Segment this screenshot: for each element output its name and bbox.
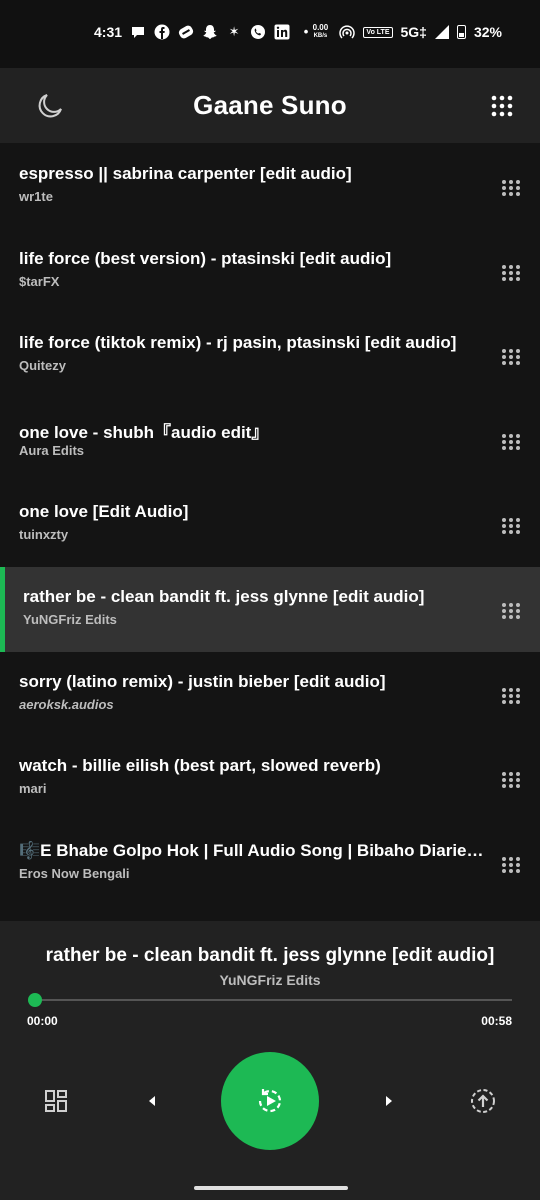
list-item[interactable]: 🎼E Bhabe Golpo Hok | Full Audio Song | B… (0, 821, 540, 906)
battery-percent: 32% (473, 24, 502, 40)
queue-icon[interactable] (44, 1089, 68, 1113)
song-title: life force (best version) - ptasinski [e… (19, 248, 392, 268)
progress-knob[interactable] (28, 993, 42, 1007)
list-item[interactable]: espresso || sabrina carpenter [edit audi… (0, 144, 540, 229)
total-time: 00:58 (481, 1014, 512, 1028)
song-title: watch - billie eilish (best part, slowed… (19, 756, 381, 776)
song-title: life force (tiktok remix) - rj pasin, pt… (19, 333, 457, 353)
drag-handle-icon[interactable] (500, 264, 522, 286)
song-artist: YuNGFriz Edits (23, 611, 117, 627)
status-time: 4:31 (94, 24, 123, 40)
current-time: 00:00 (27, 1014, 58, 1028)
drag-handle-icon[interactable] (500, 517, 522, 539)
net-speed: 0.00 KB/s (312, 23, 329, 40)
song-artist: $tarFX (19, 273, 60, 289)
app-title: Gaane Suno (193, 90, 347, 120)
song-artist: Quitezy (19, 358, 66, 374)
volte-badge: Vo LTE (363, 26, 393, 38)
list-item[interactable]: life force (tiktok remix) - rj pasin, pt… (0, 313, 540, 398)
now-playing-panel: rather be - clean bandit ft. jess glynne… (0, 921, 540, 1200)
battery-icon (456, 25, 466, 39)
list-item-active[interactable]: rather be - clean bandit ft. jess glynne… (0, 566, 540, 652)
drag-handle-icon[interactable] (500, 602, 522, 624)
song-artist: Aura Edits (19, 442, 85, 458)
song-artist: Eros Now Bengali (19, 865, 130, 881)
whatsapp-icon (251, 25, 266, 39)
chat-bubble-icon (132, 27, 145, 38)
grid-menu-icon[interactable] (490, 94, 514, 118)
list-item[interactable]: one love [Edit Audio] tuinxzty (0, 482, 540, 567)
song-list: espresso || sabrina carpenter [edit audi… (0, 144, 540, 905)
drag-handle-icon[interactable] (500, 433, 522, 455)
list-item[interactable]: sorry (latino remix) - justin bieber [ed… (0, 652, 540, 737)
drag-handle-icon[interactable] (500, 348, 522, 370)
song-title: one love - shubh『audio edit』 (19, 422, 269, 442)
sparkle-icon: ✶ (228, 24, 240, 39)
list-item[interactable]: watch - billie eilish (best part, slowed… (0, 736, 540, 821)
network-type: 5G‡ (400, 24, 427, 40)
play-button[interactable] (221, 1052, 319, 1150)
song-title: one love [Edit Audio] (19, 502, 189, 522)
drag-handle-icon[interactable] (500, 856, 522, 878)
facebook-icon (154, 24, 170, 40)
home-indicator[interactable] (194, 1186, 348, 1190)
drag-handle-icon[interactable] (500, 687, 522, 709)
song-title: rather be - clean bandit ft. jess glynne… (23, 586, 425, 606)
gaming-icon (178, 25, 194, 39)
now-playing-title: rather be - clean bandit ft. jess glynne… (45, 945, 495, 966)
list-item[interactable]: life force (best version) - ptasinski [e… (0, 229, 540, 314)
hotspot-icon (339, 25, 356, 39)
upload-icon[interactable] (470, 1088, 496, 1114)
song-artist: aeroksk.audios (19, 696, 114, 712)
song-title: 🎼E Bhabe Golpo Hok | Full Audio Song | B… (19, 840, 489, 860)
now-playing-artist: YuNGFriz Edits (219, 972, 321, 988)
replay-play-icon (258, 1089, 282, 1113)
song-artist: mari (19, 781, 47, 797)
linkedin-icon (274, 24, 290, 40)
signal-icon (434, 25, 449, 39)
song-title: espresso || sabrina carpenter [edit audi… (19, 164, 352, 183)
app-header: Gaane Suno (0, 68, 540, 143)
status-bar: 4:31 ✶ • 0.00 KB/s Vo LTE 5G‡ 32% (0, 0, 540, 68)
song-title: sorry (latino remix) - justin bieber [ed… (19, 671, 386, 691)
status-right: 0.00 KB/s Vo LTE 5G‡ 32% (309, 23, 502, 41)
status-left: 4:31 ✶ • (94, 24, 314, 40)
snapchat-icon (203, 25, 217, 39)
progress-track[interactable] (35, 999, 512, 1001)
list-item[interactable]: one love - shubh『audio edit』 Aura Edits (0, 398, 540, 483)
previous-icon[interactable] (146, 1094, 158, 1108)
song-artist: wr1te (19, 189, 53, 204)
drag-handle-icon[interactable] (500, 771, 522, 793)
song-artist: tuinxzty (19, 527, 69, 543)
next-icon[interactable] (383, 1094, 395, 1108)
drag-handle-icon[interactable] (500, 179, 522, 201)
